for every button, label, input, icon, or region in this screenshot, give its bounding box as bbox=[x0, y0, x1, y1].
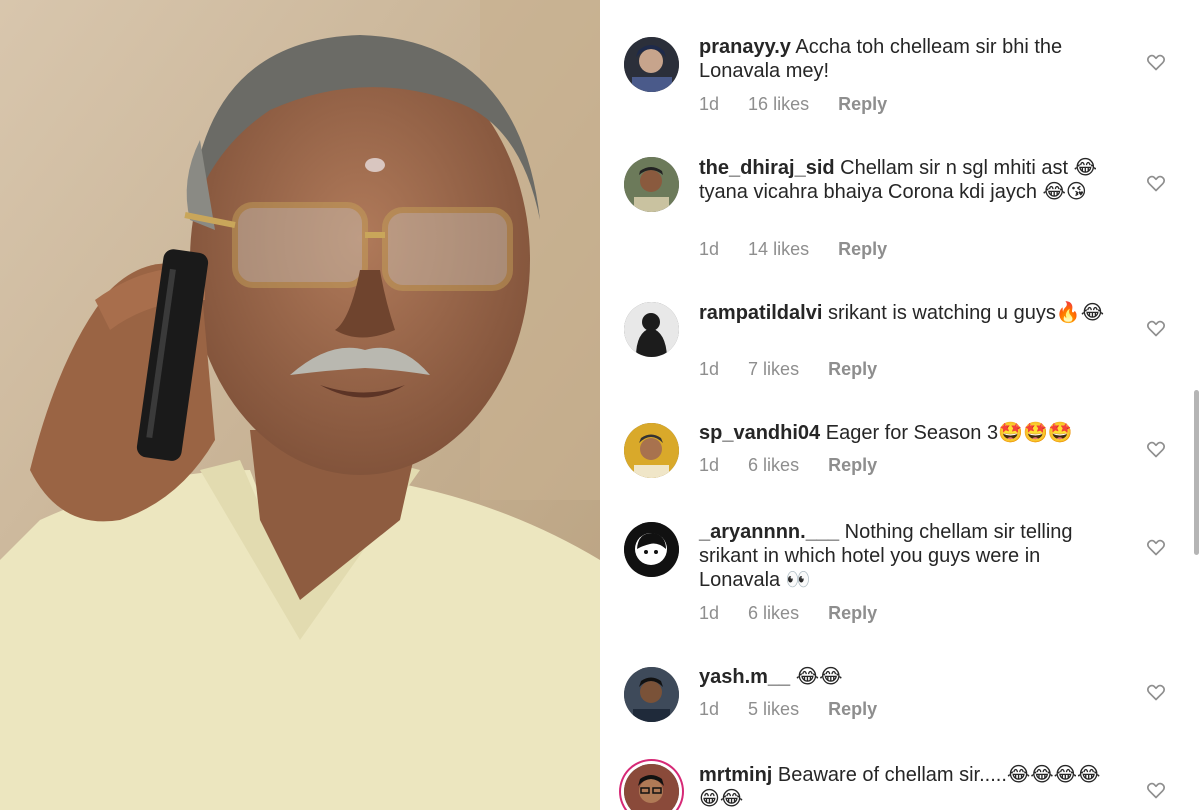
comment-username[interactable]: rampatildalvi bbox=[699, 302, 822, 324]
comment-body: srikant is watching u guys🔥😂 bbox=[827, 302, 1105, 324]
comment-text: yash.m__ 😂😂 bbox=[699, 665, 1119, 689]
comment-body: Eager for Season 3🤩🤩🤩 bbox=[825, 422, 1073, 444]
avatar[interactable] bbox=[624, 667, 679, 722]
comment-meta: 1d 6 likes Reply bbox=[699, 603, 901, 624]
comment-meta: 1d 16 likes Reply bbox=[699, 94, 911, 115]
comment-text: pranayy.y Accha toh chelleam sir bhi the… bbox=[699, 35, 1119, 83]
avatar[interactable] bbox=[624, 302, 679, 357]
reply-button[interactable]: Reply bbox=[838, 94, 887, 114]
heart-outline-icon[interactable] bbox=[1146, 780, 1166, 800]
comment-likes[interactable]: 7 likes bbox=[748, 359, 799, 379]
reply-button[interactable]: Reply bbox=[828, 359, 877, 379]
comment-text: sp_vandhi04 Eager for Season 3🤩🤩🤩 bbox=[699, 421, 1119, 445]
comment-time: 1d bbox=[699, 455, 720, 475]
comment-username[interactable]: sp_vandhi04 bbox=[699, 422, 820, 444]
comment-meta: 1d 5 likes Reply bbox=[699, 699, 901, 720]
man-on-phone-photo bbox=[0, 0, 600, 810]
comment-time: 1d bbox=[699, 94, 720, 114]
reply-button[interactable]: Reply bbox=[828, 455, 877, 475]
comment-text: rampatildalvi srikant is watching u guys… bbox=[699, 301, 1119, 325]
heart-outline-icon[interactable] bbox=[1146, 318, 1166, 338]
comment-body: 😂😂 bbox=[795, 666, 843, 688]
comment-time: 1d bbox=[699, 699, 720, 719]
heart-outline-icon[interactable] bbox=[1146, 537, 1166, 557]
comment-username[interactable]: _aryannnn.___ bbox=[699, 521, 839, 543]
scrollbar[interactable] bbox=[1194, 390, 1199, 555]
comment-meta: 1d 14 likes Reply bbox=[699, 239, 911, 260]
comment-text: the_dhiraj_sid Chellam sir n sgl mhiti a… bbox=[699, 156, 1119, 204]
heart-outline-icon[interactable] bbox=[1146, 52, 1166, 72]
reply-button[interactable]: Reply bbox=[838, 239, 887, 259]
comment-likes[interactable]: 16 likes bbox=[748, 94, 809, 114]
comment-username[interactable]: yash.m__ bbox=[699, 666, 790, 688]
reply-button[interactable]: Reply bbox=[828, 603, 877, 623]
reply-button[interactable]: Reply bbox=[828, 699, 877, 719]
comment-meta: 1d 6 likes Reply bbox=[699, 455, 901, 476]
avatar[interactable] bbox=[624, 157, 679, 212]
comment-likes[interactable]: 14 likes bbox=[748, 239, 809, 259]
comment-meta: 1d 7 likes Reply bbox=[699, 359, 901, 380]
avatar[interactable] bbox=[624, 37, 679, 92]
comment-likes[interactable]: 6 likes bbox=[748, 603, 799, 623]
heart-outline-icon[interactable] bbox=[1146, 439, 1166, 459]
comment-time: 1d bbox=[699, 239, 720, 259]
avatar[interactable] bbox=[624, 522, 679, 577]
avatar[interactable] bbox=[624, 764, 679, 810]
comment-username[interactable]: pranayy.y bbox=[699, 36, 791, 58]
avatar[interactable] bbox=[624, 423, 679, 478]
comment-likes[interactable]: 5 likes bbox=[748, 699, 799, 719]
comment-time: 1d bbox=[699, 603, 720, 623]
post-photo bbox=[0, 0, 600, 810]
comment-username[interactable]: mrtminj bbox=[699, 764, 772, 786]
comment-likes[interactable]: 6 likes bbox=[748, 455, 799, 475]
comments-panel: pranayy.y Accha toh chelleam sir bhi the… bbox=[600, 0, 1200, 810]
comment-username[interactable]: the_dhiraj_sid bbox=[699, 157, 835, 179]
comment-text: mrtminj Beaware of chellam sir.....😂😂😂😂😁… bbox=[699, 763, 1119, 810]
comment-time: 1d bbox=[699, 359, 720, 379]
heart-outline-icon[interactable] bbox=[1146, 173, 1166, 193]
comment-text: _aryannnn.___ Nothing chellam sir tellin… bbox=[699, 520, 1119, 592]
heart-outline-icon[interactable] bbox=[1146, 682, 1166, 702]
